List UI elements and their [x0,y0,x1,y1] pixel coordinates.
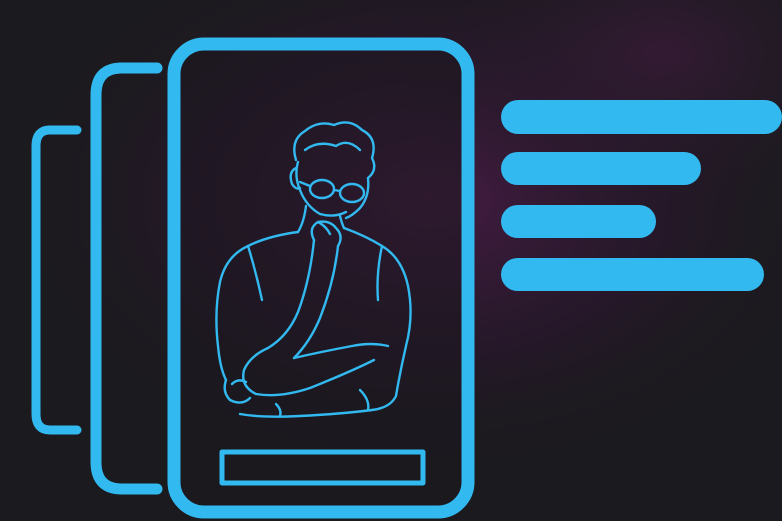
profile-cards-illustration [31,37,782,519]
text-line-2 [501,152,701,185]
back-card-outline [31,125,82,435]
text-line-4 [501,258,764,291]
text-line-3 [501,205,656,238]
illustration-canvas [0,0,782,521]
profile-card-icon [167,37,475,519]
middle-card-outline [90,62,163,495]
text-line-1 [501,100,782,134]
text-lines-icon [501,100,782,291]
